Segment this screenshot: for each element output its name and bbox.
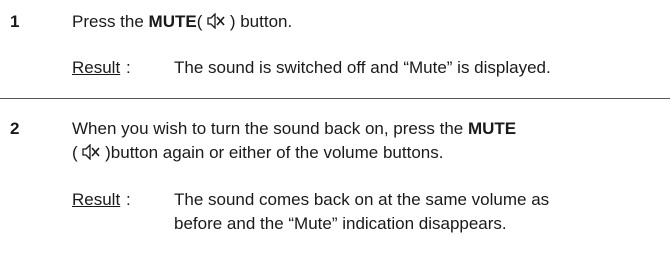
instruction-text: ) button.: [225, 12, 293, 31]
result-text-line-1: The sound comes back on at the same volu…: [174, 190, 550, 209]
mute-button-label: MUTE: [148, 12, 197, 31]
mute-button-label: MUTE: [467, 119, 517, 138]
mute-speaker-icon: [82, 143, 101, 167]
step-instruction: Press the MUTE( ) button.: [72, 10, 292, 36]
result-label: Result: [72, 190, 121, 209]
instruction-text: )button again or either of the volume bu…: [100, 143, 444, 162]
result-colon: :: [126, 190, 131, 209]
step-number: 1: [10, 12, 20, 31]
step-instruction-line-2: ( )button again or either of the volume …: [72, 141, 443, 167]
step-number: 2: [10, 119, 20, 138]
instruction-text: Press the: [72, 12, 149, 31]
result-text: The sound is switched off and “Mute” is …: [174, 58, 551, 77]
step-divider: [0, 98, 670, 99]
step-instruction-line-1: When you wish to turn the sound back on,…: [72, 117, 516, 141]
result-colon: :: [126, 58, 131, 77]
open-paren: (: [196, 12, 203, 31]
result-text-line-2: before and the “Mute” indication disappe…: [174, 214, 507, 233]
open-paren: (: [72, 143, 78, 162]
result-label: Result: [72, 58, 121, 77]
mute-speaker-icon: [207, 12, 225, 36]
instruction-text: When you wish to turn the sound back on,…: [72, 119, 468, 138]
